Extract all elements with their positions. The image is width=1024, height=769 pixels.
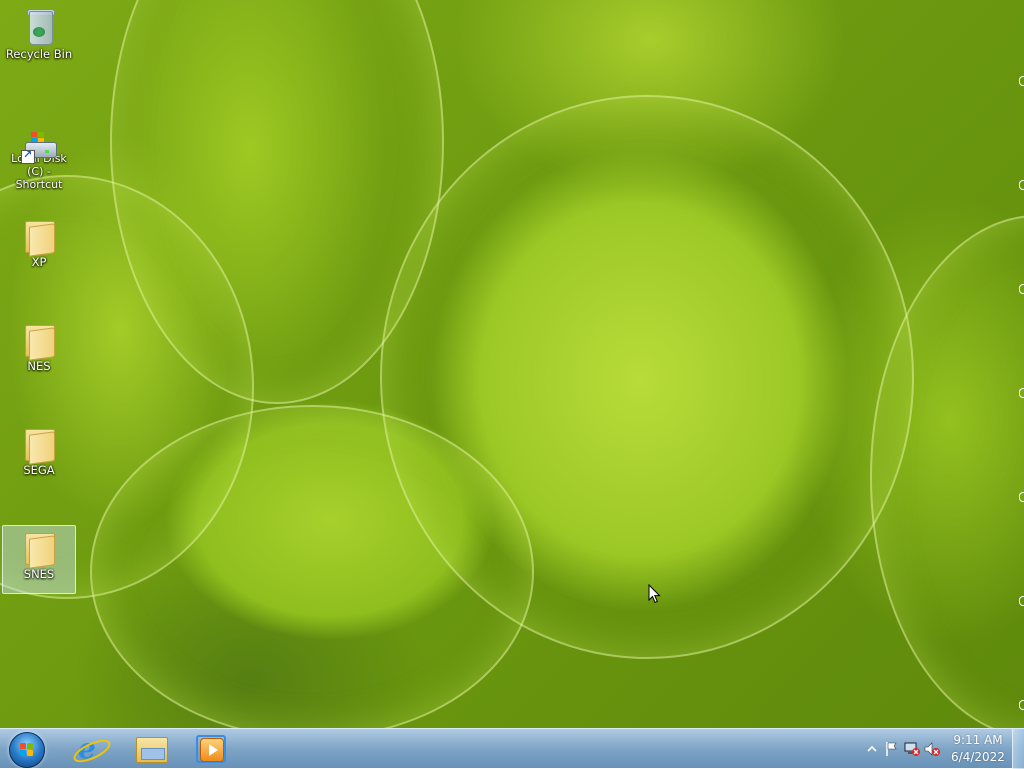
- desktop-icon-label: Recycle Bin: [5, 47, 73, 61]
- edge-marker: [1019, 388, 1024, 398]
- show-hidden-icons-icon[interactable]: [862, 739, 882, 759]
- volume-muted-icon[interactable]: [922, 739, 942, 759]
- recycle-bin-icon: [21, 9, 57, 45]
- mouse-cursor-icon: [648, 584, 661, 604]
- taskbar-internet-explorer-button[interactable]: e: [64, 731, 116, 767]
- edge-marker: [1019, 700, 1024, 710]
- desktop-icon-label: SNES: [23, 567, 55, 581]
- show-desktop-button[interactable]: [1012, 729, 1024, 769]
- network-disconnected-icon[interactable]: [902, 739, 922, 759]
- desktop-background[interactable]: Recycle Bin Local Disk (C) - Shortcut XP…: [0, 0, 1024, 728]
- notification-area: 9:11 AM 6/4/2022: [862, 729, 1010, 769]
- desktop-icon-label: NES: [27, 359, 51, 373]
- wallpaper-leaf-center: [380, 95, 914, 659]
- start-button[interactable]: [6, 731, 46, 768]
- folder-icon: [21, 529, 57, 569]
- clock-date: 6/4/2022: [951, 750, 1005, 764]
- file-explorer-icon: [136, 737, 168, 763]
- edge-marker: [1019, 596, 1024, 606]
- folder-icon: [21, 217, 57, 257]
- taskbar-windows-explorer-button[interactable]: [125, 731, 177, 767]
- folder-icon: [21, 425, 57, 465]
- edge-marker: [1019, 492, 1024, 502]
- taskbar-media-player-button[interactable]: [186, 731, 238, 767]
- desktop-icon-folder-xp[interactable]: XP: [2, 213, 76, 279]
- edge-marker: [1019, 76, 1024, 86]
- wallpaper-leaf-bottom: [90, 405, 534, 728]
- clock-time: 9:11 AM: [953, 733, 1003, 747]
- desktop-icon-label: XP: [31, 255, 47, 269]
- edge-marker: [1019, 180, 1024, 190]
- taskbar: e 9:11 AM 6/4/2022: [0, 728, 1024, 769]
- windows-orb-icon: [9, 732, 45, 768]
- desktop-icon-folder-nes[interactable]: NES: [2, 317, 76, 383]
- folder-icon: [21, 321, 57, 361]
- desktop-icon-recycle-bin[interactable]: Recycle Bin: [2, 5, 76, 71]
- edge-marker: [1019, 284, 1024, 294]
- desktop-icon-local-disk-shortcut[interactable]: Local Disk (C) - Shortcut: [2, 124, 76, 192]
- desktop-icon-folder-sega[interactable]: SEGA: [2, 421, 76, 487]
- wallpaper-leaf-right: [870, 215, 1024, 728]
- action-center-flag-icon[interactable]: [882, 739, 902, 759]
- wallpaper-leaf-top-left: [110, 0, 444, 404]
- drive-shortcut-icon: [21, 128, 57, 164]
- desktop-icon-label: SEGA: [23, 463, 55, 477]
- desktop-icon-folder-snes[interactable]: SNES: [2, 525, 76, 594]
- system-clock[interactable]: 9:11 AM 6/4/2022: [946, 732, 1010, 766]
